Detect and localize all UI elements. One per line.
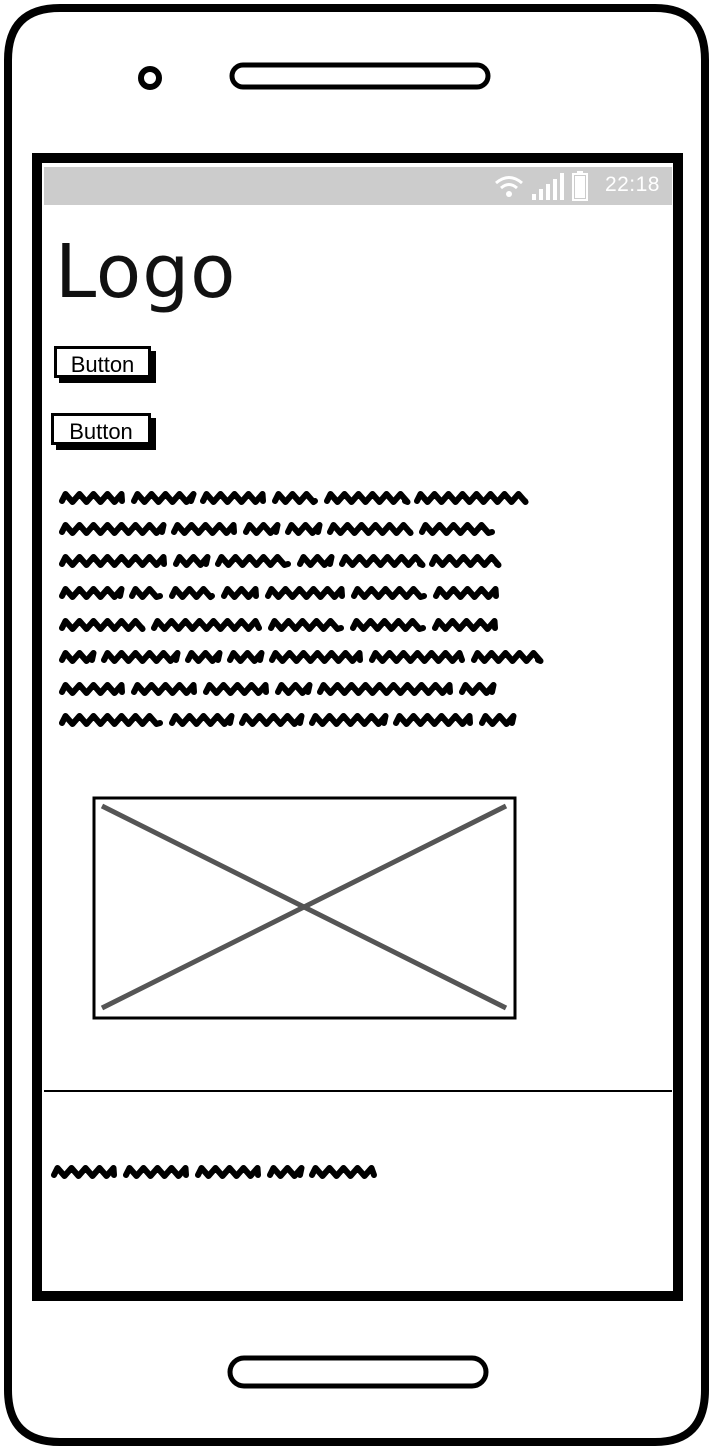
scribble-word xyxy=(309,1165,377,1179)
scribble-word xyxy=(123,1165,189,1179)
scribble-word xyxy=(195,1165,261,1179)
scribble-text-footer xyxy=(51,1165,377,1179)
scribble-word xyxy=(51,1165,117,1179)
scribble-word xyxy=(267,1165,305,1179)
